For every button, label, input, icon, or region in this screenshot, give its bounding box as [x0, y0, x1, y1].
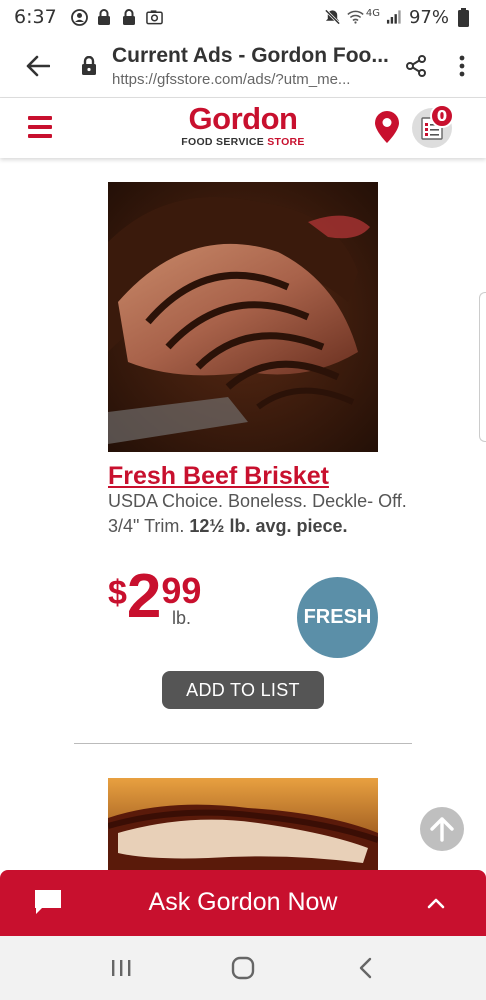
- battery-icon: [455, 7, 472, 27]
- logo-name: Gordon: [188, 101, 298, 136]
- product-description: USDA Choice. Boneless. Deckle- Off. 3/4"…: [108, 491, 407, 536]
- account-icon: [70, 8, 88, 26]
- page-url: https://gfsstore.com/ads/?utm_me...: [112, 70, 351, 88]
- status-bar: 6:37 4G 97%: [0, 0, 486, 34]
- mute-icon: [324, 9, 341, 26]
- product-image[interactable]: [108, 182, 378, 452]
- fresh-badge: FRESH: [297, 577, 378, 658]
- gallery-icon: [145, 9, 163, 26]
- list-count-badge: 0: [430, 104, 454, 128]
- gordon-logo[interactable]: Gordon FOOD SERVICE STORE: [178, 101, 308, 149]
- page-title: Current Ads - Gordon Foo...: [112, 43, 389, 67]
- share-button[interactable]: [394, 34, 438, 98]
- more-vert-icon: [459, 55, 465, 76]
- lock-notification-icon-2: [121, 8, 138, 26]
- hamburger-icon[interactable]: [28, 116, 52, 138]
- price-unit: lb.: [172, 608, 192, 628]
- chevron-up-icon[interactable]: [427, 894, 445, 913]
- system-nav-bar: [0, 936, 486, 1000]
- lock-icon: [74, 55, 104, 76]
- home-button[interactable]: [213, 938, 273, 998]
- back-button[interactable]: [12, 34, 64, 98]
- site-header: Gordon FOOD SERVICE STORE: [0, 98, 486, 158]
- home-icon: [231, 956, 255, 980]
- arrow-up-icon: [430, 817, 454, 842]
- back-nav-button[interactable]: [335, 938, 395, 998]
- wifi-icon: [347, 9, 364, 26]
- status-time: 6:37: [14, 6, 57, 28]
- product-title-link[interactable]: Fresh Beef Brisket: [108, 462, 329, 491]
- lock-notification-icon: [96, 8, 113, 26]
- next-product-image[interactable]: [108, 778, 378, 870]
- share-icon: [406, 54, 426, 77]
- recent-apps-icon: [112, 960, 131, 976]
- arrow-left-icon: [26, 55, 50, 76]
- recent-apps-button[interactable]: [91, 938, 151, 998]
- browser-toolbar: Current Ads - Gordon Foo... https://gfss…: [0, 34, 486, 98]
- more-options-button[interactable]: [438, 34, 486, 98]
- logo-subtitle: FOOD SERVICE STORE: [181, 136, 305, 148]
- scroll-indicator[interactable]: [479, 292, 486, 442]
- scroll-to-top-button[interactable]: [420, 807, 464, 851]
- address-bar[interactable]: Current Ads - Gordon Foo... https://gfss…: [112, 44, 394, 88]
- battery-level: 97%: [408, 6, 449, 28]
- map-pin-icon[interactable]: [374, 110, 400, 144]
- add-to-list-button[interactable]: ADD TO LIST: [162, 671, 324, 709]
- ask-gordon-label: Ask Gordon Now: [148, 888, 338, 916]
- ask-gordon-bar[interactable]: Ask Gordon Now: [0, 870, 486, 936]
- network-type: 4G: [365, 7, 380, 19]
- back-chevron-icon: [359, 957, 372, 979]
- signal-icon: [386, 9, 403, 26]
- divider: [74, 743, 412, 744]
